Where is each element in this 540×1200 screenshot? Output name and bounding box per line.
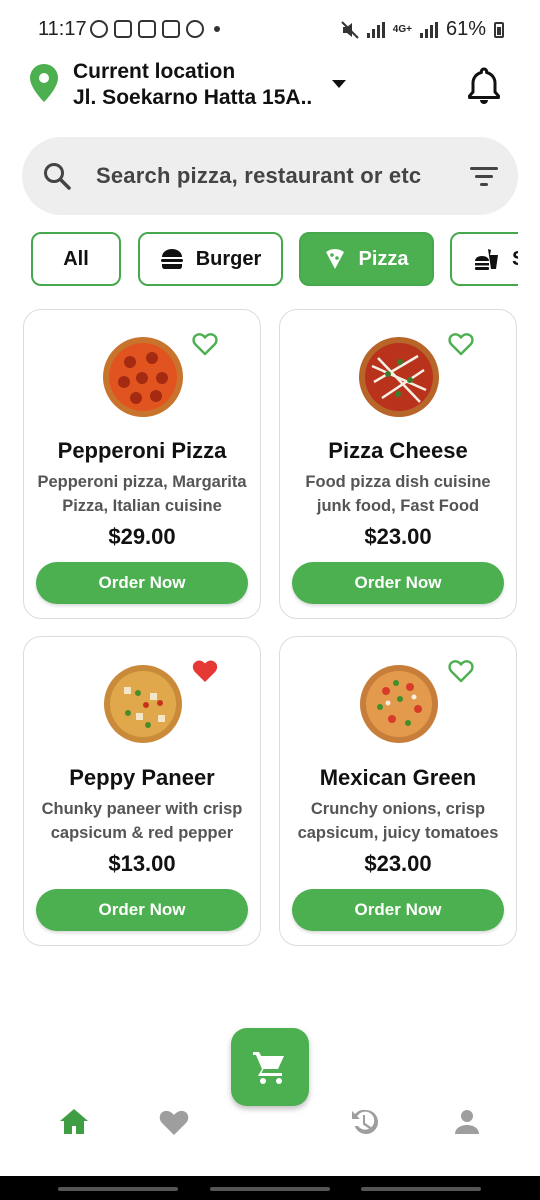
favorites-icon[interactable] — [158, 1106, 190, 1138]
location-dropdown-icon[interactable] — [332, 80, 346, 88]
description-line-1: Pepperoni pizza, Margarita — [37, 473, 247, 491]
pizza-slice-icon — [326, 249, 345, 269]
description-line-1: Crunchy onions, crisp — [310, 800, 486, 818]
pizza-image — [104, 665, 182, 743]
instagram-icon — [114, 20, 132, 38]
product-card[interactable]: Peppy Paneer Chunky paneer with crisp cap… — [23, 636, 261, 946]
location-pin-icon — [30, 64, 58, 102]
battery-icon — [494, 21, 504, 38]
product-description: Crunchy onions, crisp capsicum, juicy tom… — [290, 797, 506, 845]
gallery-icon — [162, 20, 180, 38]
network-type: 4G+ — [392, 23, 412, 35]
product-name: Mexican Green — [319, 765, 477, 790]
order-now-button[interactable]: Order Now — [292, 889, 504, 931]
whatsapp-icon — [90, 20, 108, 38]
description-line-2: junk food, Fast Food — [316, 497, 480, 515]
signal-icon — [366, 21, 385, 38]
category-chips: All Burger Pizza S — [0, 232, 518, 290]
profile-icon[interactable] — [451, 1106, 483, 1138]
home-icon[interactable] — [58, 1106, 90, 1138]
status-time: 11:17 — [38, 18, 87, 40]
signal-icon-2 — [419, 21, 438, 38]
product-card[interactable]: Mexican Green Crunchy onions, crisp capsi… — [279, 636, 517, 946]
status-bar: 11:17 4G+ 61% — [0, 0, 540, 60]
favorite-outline-icon[interactable] — [192, 332, 218, 356]
search-input[interactable]: Search pizza, restaurant or etc — [96, 163, 421, 189]
location-title: Current location — [73, 60, 236, 83]
description-line-1: Chunky paneer with crisp — [41, 800, 243, 818]
pizza-image — [103, 337, 183, 417]
location-address[interactable]: Jl. Soekarno Hatta 15A.. — [73, 86, 312, 110]
product-description: Food pizza dish cuisine junk food, Fast F… — [290, 470, 506, 518]
search-icon — [44, 163, 71, 190]
favorite-filled-icon[interactable] — [192, 659, 218, 683]
order-now-button[interactable]: Order Now — [292, 562, 504, 604]
product-price: $23.00 — [364, 524, 432, 549]
product-name: Peppy Paneer — [69, 765, 215, 790]
product-description: Chunky paneer with crisp capsicum & red p… — [34, 797, 250, 845]
category-all[interactable]: All — [31, 232, 121, 286]
favorite-outline-icon[interactable] — [448, 332, 474, 356]
order-now-button[interactable]: Order Now — [36, 889, 248, 931]
gesture-handle[interactable] — [361, 1187, 481, 1191]
category-fast-food[interactable]: S — [450, 232, 518, 286]
location-header: Current location Jl. Soekarno Hatta 15A.… — [0, 58, 540, 120]
product-name: Pepperoni Pizza — [57, 438, 227, 463]
burger-icon — [160, 249, 183, 269]
product-card[interactable]: Pepperoni Pizza Pepperoni pizza, Margari… — [23, 309, 261, 619]
category-label: Pizza — [358, 247, 409, 270]
product-price: $23.00 — [364, 851, 432, 876]
battery-percent: 61% — [445, 18, 486, 40]
system-indicators: 4G+ 61% — [341, 18, 504, 41]
gesture-handle[interactable] — [210, 1187, 330, 1191]
history-icon[interactable] — [349, 1106, 381, 1138]
description-line-2: Pizza, Italian cuisine — [62, 497, 222, 515]
mute-icon — [341, 20, 359, 39]
description-line-1: Food pizza dish cuisine — [305, 473, 491, 491]
more-notifications-icon — [214, 26, 220, 32]
category-burger[interactable]: Burger — [138, 232, 283, 286]
product-description: Pepperoni pizza, Margarita Pizza, Italian… — [34, 470, 250, 518]
category-label: All — [63, 247, 89, 270]
play-store-icon — [186, 20, 204, 38]
category-pizza[interactable]: Pizza — [299, 232, 434, 286]
description-line-2: capsicum & red pepper — [50, 824, 234, 842]
favorite-outline-icon[interactable] — [448, 659, 474, 683]
system-navigation-bar — [0, 1176, 540, 1200]
gmail-icon — [138, 20, 156, 38]
category-label: S — [512, 248, 518, 271]
notification-icons — [90, 20, 220, 38]
fast-food-icon — [475, 249, 498, 270]
order-now-button[interactable]: Order Now — [36, 562, 248, 604]
product-price: $29.00 — [108, 524, 176, 549]
gesture-handle[interactable] — [58, 1187, 178, 1191]
pizza-image — [360, 665, 438, 743]
pizza-image — [359, 337, 439, 417]
description-line-2: capsicum, juicy tomatoes — [297, 824, 499, 842]
search-bar[interactable]: Search pizza, restaurant or etc — [22, 137, 518, 215]
cart-button[interactable] — [231, 1028, 309, 1106]
cart-icon — [253, 1052, 284, 1084]
category-label: Burger — [195, 247, 262, 270]
notification-bell-icon[interactable] — [466, 66, 502, 106]
bottom-navigation — [0, 1100, 540, 1150]
filter-icon[interactable] — [470, 165, 498, 187]
product-card[interactable]: Pizza Cheese Food pizza dish cuisine junk… — [279, 309, 517, 619]
product-price: $13.00 — [108, 851, 176, 876]
product-name: Pizza Cheese — [328, 438, 468, 463]
